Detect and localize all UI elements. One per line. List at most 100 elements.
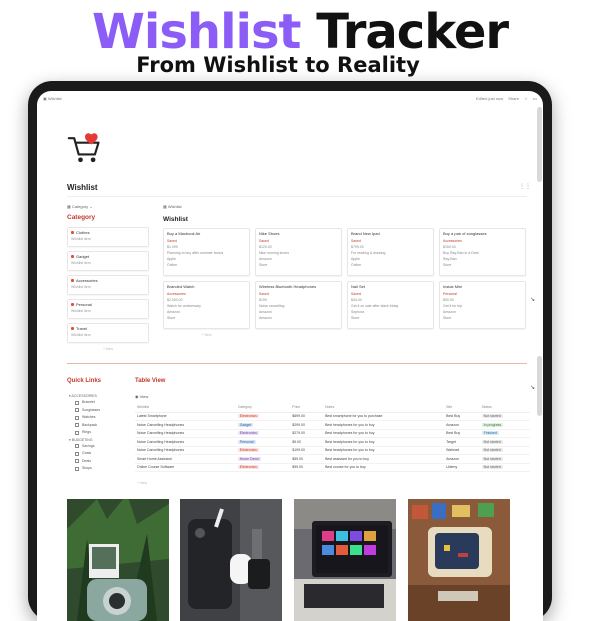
shopping-cart-icon	[67, 133, 100, 163]
column-header[interactable]: Site	[444, 403, 480, 413]
wishlist-new-button[interactable]: + New	[163, 333, 250, 337]
arrow-right-icon[interactable]: ↘	[530, 296, 535, 303]
wishlist-card[interactable]: Wireless Bluetooth Headphones Saved $199 No…	[255, 281, 342, 329]
column-header[interactable]: Notes	[323, 403, 445, 413]
table-cell-category: Home Decor	[235, 454, 291, 464]
quick-link-item[interactable]: Backpack	[69, 422, 129, 430]
table-cell-note: Best course for you to buy	[323, 463, 445, 472]
laptop-photo	[294, 499, 396, 621]
favorite-icon[interactable]: ☆	[524, 96, 528, 101]
table-cell-note: Best headphones for you to buy	[323, 420, 445, 430]
card-title: Instax Mini	[443, 284, 463, 289]
category-new-button[interactable]: + New	[67, 347, 149, 351]
quick-link-item[interactable]: Deals	[69, 458, 129, 466]
quick-link-item[interactable]: Savings	[69, 443, 129, 451]
quick-link-label: Backpack	[82, 422, 98, 427]
checkbox-icon[interactable]	[75, 408, 79, 413]
card-place: Store	[443, 263, 452, 267]
retro-tv-photo	[408, 499, 510, 621]
wishlist-card[interactable]: Instax Mini Personal $90.00 Get it for trip…	[439, 281, 526, 329]
scrollbar-secondary[interactable]	[537, 356, 542, 416]
table-cell-price: $99.00	[290, 463, 324, 472]
category-dot-icon	[71, 255, 74, 259]
checkbox-icon[interactable]	[75, 451, 79, 456]
wishlist-card[interactable]: Buy a pair of sunglasses Accessories $150.…	[439, 228, 526, 276]
checkbox-icon[interactable]	[75, 459, 79, 464]
table-cell-site: Best Buy	[444, 412, 480, 421]
table-row[interactable]: Noise Cancelling Headphones Electronics $1…	[135, 446, 530, 455]
wishlist-card[interactable]: Nike Shoes Saved $120.00 Nike running shoes…	[255, 228, 342, 276]
table-new-button[interactable]: + New	[137, 481, 147, 485]
arrow-right-icon[interactable]: ↘	[530, 384, 535, 391]
topbar-actions: Edited just now Share ☆ •••	[472, 96, 537, 101]
table-cell-category: Electronics	[235, 446, 291, 455]
quick-link-item[interactable]: Goals	[69, 450, 129, 458]
card-title: Nail Set	[351, 284, 366, 289]
table-cell-name: Online Course Software	[135, 463, 236, 472]
table-cell-site: Udemy	[444, 463, 480, 472]
wishlist-view-tab[interactable]: ▦ Wishlist	[163, 204, 182, 209]
column-header[interactable]: Wishlist	[135, 403, 236, 413]
quick-link-item[interactable]: Watches	[69, 414, 129, 422]
table-cell-status: Not started	[479, 437, 530, 447]
table-cell-name: Smart Home Assistant	[135, 454, 236, 464]
table-cell-status: Not started	[479, 463, 530, 472]
quick-link-label: Watches	[82, 415, 96, 419]
table-cell-note: Best assistant for you to buy	[323, 454, 445, 464]
category-dot-icon	[71, 327, 74, 331]
scrollbar[interactable]	[537, 107, 542, 182]
table-row[interactable]: Smart Home Assistant Home Decor $59.00 Best…	[135, 454, 530, 464]
quick-link-item[interactable]: Rings	[69, 429, 129, 437]
category-card[interactable]: Accessories Wishlist item	[67, 275, 149, 295]
column-header[interactable]: Status	[479, 403, 530, 413]
category-card[interactable]: Clothes Wishlist item	[67, 227, 149, 247]
card-place: Store	[259, 263, 268, 267]
column-header[interactable]: Price	[290, 403, 324, 413]
airpods-watch-photo	[180, 499, 282, 621]
table-cell-site: Walmart	[444, 446, 480, 455]
breadcrumb[interactable]: ▣ Wishlist	[43, 96, 62, 101]
table-cell-name: Noise Cancelling Headphones	[135, 437, 236, 447]
table-view-tab[interactable]: ◉ View	[135, 394, 148, 399]
quick-link-item[interactable]: Sunglasses	[69, 407, 129, 415]
share-button[interactable]: Share	[508, 96, 519, 101]
card-title: Buy a Macbook Air	[167, 231, 201, 236]
table-row[interactable]: Latest Smartphone Electronics $699.00 Best …	[135, 412, 530, 421]
table-cell-category: Personal	[235, 437, 291, 447]
photo-strip	[67, 499, 527, 621]
table-row[interactable]: Noise Cancelling Headphones Electronics $2…	[135, 429, 530, 438]
wishlist-card[interactable]: Branded Watch Accessories $2,000.00 Watch f…	[163, 281, 250, 329]
table-row[interactable]: Noise Cancelling Headphones Gadget $299.00…	[135, 420, 530, 430]
checkbox-icon[interactable]	[75, 415, 79, 420]
checkbox-icon[interactable]	[75, 466, 79, 471]
checkbox-icon[interactable]	[75, 430, 79, 435]
wishlist-card[interactable]: Brand New Ipad Saved $799.00 For reading & …	[347, 228, 434, 276]
category-dot-icon	[71, 303, 74, 307]
table-row[interactable]: Online Course Software Electronics $99.00 B…	[135, 463, 530, 472]
card-title: Brand New Ipad	[351, 231, 380, 236]
divider	[67, 196, 527, 197]
category-card[interactable]: Travel Wishlist item	[67, 323, 149, 343]
table-view-heading: Table View	[135, 378, 166, 384]
category-card[interactable]: Personal Wishlist item	[67, 299, 149, 319]
more-icon[interactable]: •••	[533, 96, 537, 101]
banner-title-part2: Tracker	[316, 4, 509, 60]
category-view-tab[interactable]: ▦ Category ⌄	[67, 204, 93, 209]
checkbox-icon[interactable]	[75, 423, 79, 428]
table-cell-price: $59.00	[290, 454, 324, 464]
quick-link-item[interactable]: Shops	[69, 465, 129, 473]
table-row[interactable]: Noise Cancelling Headphones Personal $9.00…	[135, 437, 530, 447]
table-cell-name: Latest Smartphone	[135, 412, 236, 421]
quick-link-label: Goals	[82, 451, 92, 455]
category-card[interactable]: Gadget Wishlist item	[67, 251, 149, 271]
column-header[interactable]: Category	[235, 403, 291, 413]
wishlist-card[interactable]: Nail Set Saved $34.00 Get it on sale after …	[347, 281, 434, 329]
checkbox-icon[interactable]	[75, 444, 79, 449]
page-title: Wishlist	[67, 183, 98, 192]
wishlist-card[interactable]: Buy a Macbook Air Saved $1,099 Planning to …	[163, 228, 250, 276]
table-header-row: Wishlist Category Price Notes Site Statu…	[135, 403, 530, 413]
quick-link-label: Deals	[82, 458, 91, 463]
quick-link-item[interactable]: Bracelet	[69, 399, 129, 407]
page-options-icon[interactable]: ⋮⋮	[519, 183, 531, 190]
checkbox-icon[interactable]	[75, 400, 79, 405]
